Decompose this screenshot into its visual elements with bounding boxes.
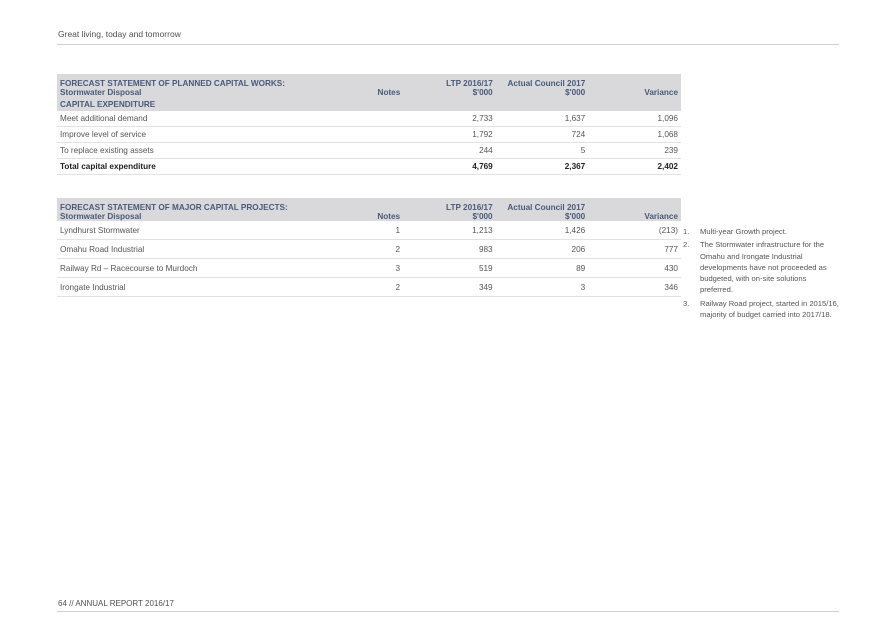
col-actual-unit: $'000	[565, 88, 586, 97]
col-actual: Actual Council 2017 $'000	[495, 198, 589, 221]
row-variance: 346	[588, 277, 681, 297]
row-actual: 1,426	[495, 221, 589, 240]
col-ltp-unit: $'000	[472, 212, 493, 221]
note-item: 1. Multi-year Growth project.	[683, 226, 839, 237]
planned-capital-works-table: FORECAST STATEMENT OF PLANNED CAPITAL WO…	[57, 74, 681, 175]
row-ltp: 983	[403, 239, 496, 259]
row-desc: Irongate Industrial	[57, 277, 340, 297]
note-text: Multi-year Growth project.	[700, 227, 787, 236]
header-rule	[57, 44, 839, 45]
table-title-line: FORECAST STATEMENT OF PLANNED CAPITAL WO…	[60, 79, 285, 88]
note-text: The Stormwater infrastructure for the Om…	[700, 240, 827, 295]
row-actual: 1,637	[495, 111, 589, 127]
table-header-row: FORECAST STATEMENT OF MAJOR CAPITAL PROJ…	[57, 198, 681, 221]
row-actual: 724	[495, 126, 589, 143]
table-row: To replace existing assets 244 5 239	[57, 142, 681, 159]
row-actual: 89	[495, 258, 589, 278]
col-ltp: LTP 2016/17 $'000	[403, 74, 496, 97]
col-actual-label: Actual Council 2017	[507, 203, 586, 212]
notes-list: 1. Multi-year Growth project. 2. The Sto…	[683, 226, 839, 322]
col-actual-label: Actual Council 2017	[507, 79, 586, 88]
table-row: Omahu Road Industrial 2 983 206 777	[57, 239, 681, 259]
table-title: FORECAST STATEMENT OF MAJOR CAPITAL PROJ…	[57, 198, 340, 221]
row-notes: 3	[339, 258, 404, 278]
row-desc: Lyndhurst Stormwater	[57, 221, 340, 240]
row-ltp: 519	[403, 258, 496, 278]
note-number: 3.	[683, 298, 690, 308]
note-number: 2.	[683, 240, 690, 250]
row-notes: 1	[339, 221, 404, 240]
total-ltp: 4,769	[403, 158, 496, 175]
total-variance: 2,402	[588, 158, 681, 175]
row-variance: 430	[588, 258, 681, 278]
row-notes	[339, 142, 404, 159]
col-notes: Notes	[339, 198, 404, 221]
row-actual: 5	[495, 142, 589, 159]
total-row: Total capital expenditure 4,769 2,367 2,…	[57, 158, 681, 175]
row-notes	[339, 126, 404, 143]
row-notes: 2	[339, 277, 404, 297]
table-row: Irongate Industrial 2 349 3 346	[57, 277, 681, 297]
col-variance: Variance	[588, 198, 681, 221]
note-item: 3. Railway Road project, started in 2015…	[683, 298, 839, 321]
row-ltp: 1,792	[403, 126, 496, 143]
running-footer: 64 // ANNUAL REPORT 2016/17	[58, 599, 174, 608]
major-capital-projects-table: FORECAST STATEMENT OF MAJOR CAPITAL PROJ…	[57, 198, 681, 297]
table-row: Lyndhurst Stormwater 1 1,213 1,426 (213)	[57, 221, 681, 240]
row-variance: 777	[588, 239, 681, 259]
total-desc: Total capital expenditure	[57, 158, 340, 175]
row-desc: To replace existing assets	[57, 142, 340, 159]
col-actual-unit: $'000	[565, 212, 586, 221]
row-ltp: 349	[403, 277, 496, 297]
note-number: 1.	[683, 227, 690, 236]
row-notes	[339, 111, 404, 127]
row-notes: 2	[339, 239, 404, 259]
row-variance: 1,096	[588, 111, 681, 127]
col-ltp: LTP 2016/17 $'000	[403, 198, 496, 221]
footer-rule	[57, 611, 839, 612]
table-header-row: FORECAST STATEMENT OF PLANNED CAPITAL WO…	[57, 74, 681, 97]
table-title: FORECAST STATEMENT OF PLANNED CAPITAL WO…	[57, 74, 340, 97]
table-row: Railway Rd – Racecourse to Murdoch 3 519…	[57, 258, 681, 278]
col-ltp-unit: $'000	[472, 88, 493, 97]
col-notes: Notes	[339, 74, 404, 97]
col-actual: Actual Council 2017 $'000	[495, 74, 589, 97]
col-ltp-label: LTP 2016/17	[446, 79, 493, 88]
col-ltp-label: LTP 2016/17	[446, 203, 493, 212]
row-desc: Omahu Road Industrial	[57, 239, 340, 259]
row-ltp: 2,733	[403, 111, 496, 127]
note-item: 2. The Stormwater infrastructure for the…	[683, 239, 839, 295]
row-variance: 1,068	[588, 126, 681, 143]
row-desc: Meet additional demand	[57, 111, 340, 127]
table-row: Improve level of service 1,792 724 1,068	[57, 126, 681, 143]
running-header: Great living, today and tomorrow	[58, 29, 181, 39]
table-subtitle: Stormwater Disposal	[60, 88, 142, 97]
note-text: Railway Road project, started in 2015/16…	[700, 298, 839, 320]
section-label: CAPITAL EXPENDITURE	[57, 97, 340, 111]
row-ltp: 244	[403, 142, 496, 159]
row-actual: 3	[495, 277, 589, 297]
row-variance: (213)	[588, 221, 681, 240]
row-ltp: 1,213	[403, 221, 496, 240]
section-row: CAPITAL EXPENDITURE	[57, 97, 681, 111]
row-desc: Improve level of service	[57, 126, 340, 143]
table-subtitle: Stormwater Disposal	[60, 212, 142, 221]
col-variance: Variance	[588, 74, 681, 97]
total-actual: 2,367	[495, 158, 589, 175]
table-row: Meet additional demand 2,733 1,637 1,096	[57, 111, 681, 127]
table-title-line: FORECAST STATEMENT OF MAJOR CAPITAL PROJ…	[60, 203, 288, 212]
row-desc: Railway Rd – Racecourse to Murdoch	[57, 258, 340, 278]
row-variance: 239	[588, 142, 681, 159]
row-actual: 206	[495, 239, 589, 259]
